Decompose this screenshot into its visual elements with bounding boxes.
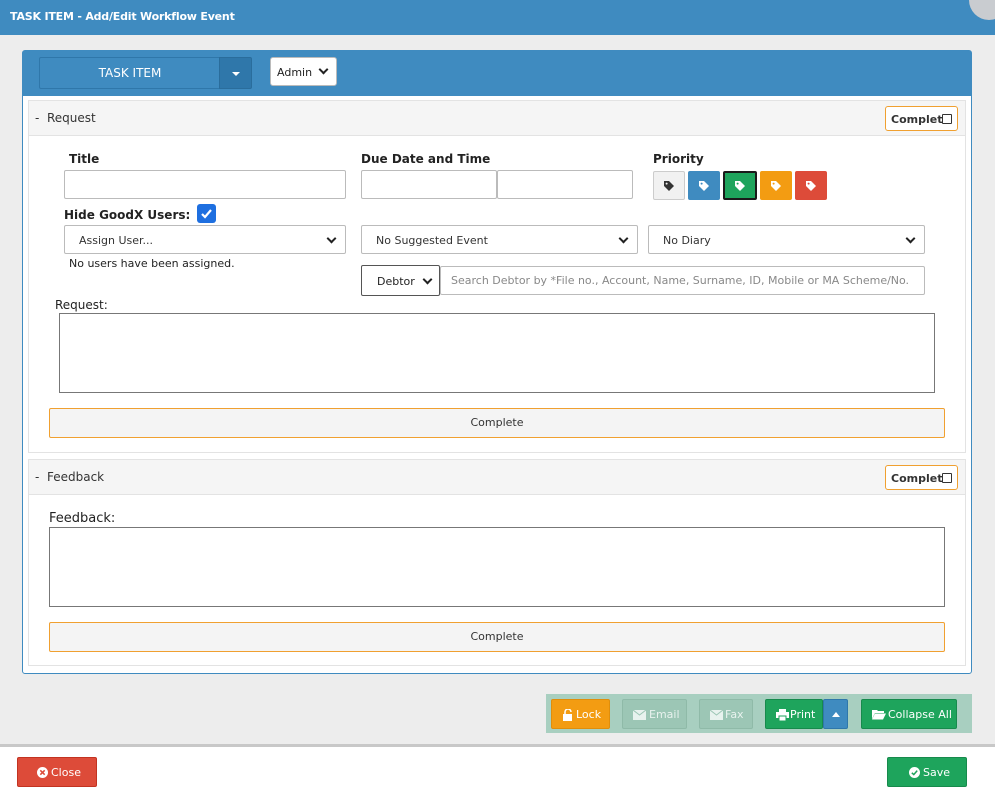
debtor-search-input[interactable]: Search Debtor by *File no., Account, Nam… [440, 266, 925, 295]
chevron-down-icon [326, 233, 337, 244]
window-title: TASK ITEM - Add/Edit Workflow Event [10, 10, 235, 23]
priority-low-button[interactable] [688, 171, 720, 200]
assign-user-select[interactable]: Assign User... [64, 225, 346, 254]
save-button[interactable]: Save [887, 757, 967, 787]
check-circle-icon [909, 767, 920, 778]
feedback-section-title: - Feedback [35, 470, 104, 484]
feedback-complete-button[interactable]: Complete [49, 622, 945, 652]
due-time-input[interactable] [497, 170, 633, 199]
request-label: Request: [55, 298, 108, 312]
request-section-header[interactable]: - Request Complete [29, 101, 965, 136]
close-label: Close [51, 766, 81, 779]
request-complete-button[interactable]: Complete [49, 408, 945, 438]
tag-icon [664, 180, 674, 191]
email-button[interactable]: Email [622, 699, 687, 729]
panel-header: TASK ITEM Admin [23, 51, 971, 96]
folder-open-icon [872, 710, 886, 720]
debtor-type-value: Debtor [377, 275, 415, 288]
title-input[interactable] [64, 170, 346, 199]
window-corner-decoration [969, 0, 995, 20]
print-button[interactable]: Print [765, 699, 823, 729]
priority-urgent-button[interactable] [795, 171, 827, 200]
chevron-down-icon [905, 233, 916, 244]
priority-high-button[interactable] [760, 171, 792, 200]
title-label: Title [69, 152, 100, 166]
hide-users-label: Hide GoodX Users: [64, 208, 191, 222]
request-section-title: - Request [35, 111, 96, 125]
fax-label: Fax [725, 708, 744, 721]
feedback-section-label: Feedback [46, 470, 105, 484]
assign-user-value: Assign User... [79, 234, 154, 247]
diary-select[interactable]: No Diary [648, 225, 925, 254]
chevron-down-icon [618, 233, 629, 244]
unlock-icon [563, 709, 572, 721]
fax-button[interactable]: Fax [699, 699, 753, 729]
priority-label: Priority [653, 152, 704, 166]
email-label: Email [649, 708, 680, 721]
feedback-section-header[interactable]: - Feedback Complete [29, 460, 965, 495]
collapse-glyph: - [35, 111, 40, 125]
title-bar: TASK ITEM - Add/Edit Workflow Event [0, 0, 995, 35]
due-date-input[interactable] [361, 170, 497, 199]
suggested-event-value: No Suggested Event [376, 234, 488, 247]
priority-none-button[interactable] [653, 171, 685, 200]
save-label: Save [923, 766, 951, 779]
feedback-textarea[interactable] [49, 527, 945, 607]
tag-icon [771, 180, 781, 191]
envelope-icon [633, 710, 646, 720]
tag-icon [806, 180, 816, 191]
close-button[interactable]: Close [17, 757, 97, 787]
request-complete-checkbox[interactable] [942, 114, 952, 124]
checkmark-icon [201, 209, 212, 219]
dialog-footer: Close Save [0, 747, 995, 793]
request-textarea[interactable] [59, 313, 935, 393]
lock-label: Lock [576, 708, 602, 721]
caret-up-icon [832, 712, 840, 717]
task-item-dropdown-toggle[interactable] [219, 57, 252, 89]
due-date-label: Due Date and Time [361, 152, 491, 166]
feedback-label: Feedback: [49, 511, 116, 526]
chevron-down-icon [422, 274, 433, 285]
diary-value: No Diary [663, 234, 711, 247]
debtor-search-placeholder: Search Debtor by *File no., Account, Nam… [451, 274, 910, 287]
tag-icon [735, 180, 745, 191]
collapse-glyph: - [35, 470, 40, 484]
print-options-toggle[interactable] [823, 699, 848, 729]
envelope-icon [710, 710, 723, 720]
suggested-event-select[interactable]: No Suggested Event [361, 225, 638, 254]
chevron-down-icon [318, 64, 329, 75]
debtor-type-select[interactable]: Debtor [361, 265, 440, 296]
close-circle-icon [37, 767, 48, 778]
action-toolbar: Lock Email Fax Print Collapse All [546, 694, 972, 733]
hide-users-checkbox[interactable] [197, 204, 216, 223]
role-select[interactable]: Admin [270, 57, 337, 86]
request-section-label: Request [46, 111, 96, 125]
lock-button[interactable]: Lock [551, 699, 610, 729]
request-complete-toggle[interactable]: Complete [885, 106, 958, 131]
priority-normal-button[interactable] [723, 171, 757, 200]
print-label: Print [790, 708, 816, 721]
feedback-complete-toggle[interactable]: Complete [885, 465, 958, 490]
role-select-value: Admin [277, 66, 313, 79]
feedback-complete-checkbox[interactable] [942, 473, 952, 483]
tag-icon [699, 180, 709, 191]
no-users-text: No users have been assigned. [69, 257, 235, 270]
collapse-all-label: Collapse All [888, 708, 952, 721]
collapse-all-button[interactable]: Collapse All [861, 699, 957, 729]
printer-icon [776, 709, 789, 721]
task-item-button[interactable]: TASK ITEM [39, 57, 221, 89]
